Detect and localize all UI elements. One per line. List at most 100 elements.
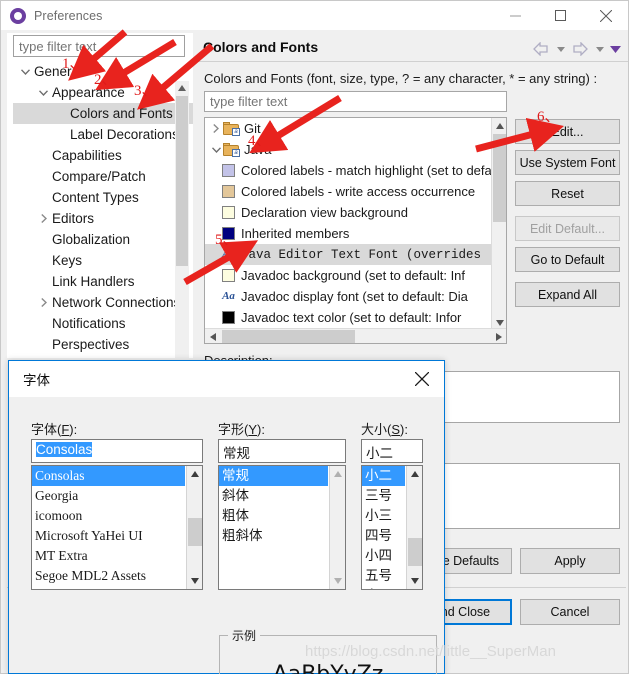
font-style-list[interactable]: 常规 斜体 粗体 粗斜体	[218, 465, 346, 590]
cf-tree-row[interactable]: Javadoc background (set to default: Inf	[205, 265, 493, 286]
cf-tree-row[interactable]: Declaration view background	[205, 202, 493, 223]
maximize-icon[interactable]	[538, 1, 583, 30]
cf-tree-row[interactable]: Colored labels - match highlight (set to…	[205, 160, 506, 181]
sidebar-item-label: Content Types	[52, 190, 139, 205]
size-list-scrollbar[interactable]	[406, 466, 422, 589]
left-tree-scrollbar[interactable]	[175, 81, 189, 359]
view-menu-icon[interactable]	[609, 39, 622, 59]
chevron-down-icon[interactable]	[37, 86, 50, 99]
sidebar-item-capabilities[interactable]: Capabilities	[13, 145, 193, 166]
list-item[interactable]: 五号	[362, 566, 405, 586]
cf-tree-row[interactable]: Javadoc text color (set to default: Info…	[205, 307, 493, 328]
preferences-tree[interactable]: General Appearance Colors and Fonts Label D…	[13, 61, 193, 357]
list-item[interactable]: Consolas	[32, 466, 185, 486]
sidebar-item-colors-and-fonts[interactable]: Colors and Fonts	[13, 103, 193, 124]
cf-tree-row[interactable]: Aa Javadoc display font (set to default: …	[205, 286, 493, 307]
list-item[interactable]: 三号	[362, 486, 405, 506]
scroll-right-icon[interactable]	[491, 329, 506, 343]
colors-fonts-tree[interactable]: a Git a Java Colored labels - match highligh…	[204, 117, 507, 344]
sidebar-item-label-decorations[interactable]: Label Decorations	[13, 124, 193, 145]
scrollbar-thumb[interactable]	[222, 330, 355, 343]
sidebar-item-keys[interactable]: Keys	[13, 250, 193, 271]
list-item[interactable]: 粗体	[219, 506, 328, 526]
scroll-down-icon[interactable]	[407, 573, 422, 589]
scrollbar-thumb[interactable]	[408, 538, 422, 566]
back-arrow-icon[interactable]	[531, 39, 551, 59]
scroll-up-icon[interactable]	[175, 81, 189, 95]
font-size-input[interactable]: 小二	[361, 439, 423, 463]
sidebar-item-link-handlers[interactable]: Link Handlers	[13, 271, 193, 292]
list-item[interactable]: 常规	[219, 466, 328, 486]
list-item[interactable]: Microsoft YaHei UI	[32, 526, 185, 546]
cf-tree-row-label: Inherited members	[241, 226, 350, 241]
colors-fonts-vertical-scrollbar[interactable]	[491, 118, 506, 330]
scrollbar-thumb[interactable]	[188, 518, 202, 546]
list-item[interactable]: 粗斜体	[219, 526, 328, 546]
sidebar-item-compare-patch[interactable]: Compare/Patch	[13, 166, 193, 187]
forward-chevron-down-icon[interactable]	[593, 39, 606, 59]
expand-all-button[interactable]: Expand All	[515, 282, 620, 307]
cf-tree-row[interactable]: Inherited members	[205, 223, 493, 244]
list-item[interactable]: icomoon	[32, 506, 185, 526]
sidebar-item-globalization[interactable]: Globalization	[13, 229, 193, 250]
chevron-right-icon[interactable]	[209, 124, 223, 133]
edit-button[interactable]: Edit...	[515, 119, 620, 144]
style-list-scrollbar[interactable]	[329, 466, 345, 589]
minimize-icon[interactable]	[493, 1, 538, 30]
scroll-up-icon[interactable]	[187, 466, 202, 482]
scroll-up-icon[interactable]	[330, 466, 345, 482]
chevron-down-icon[interactable]	[209, 146, 223, 153]
sidebar-item-perspectives[interactable]: Perspectives	[13, 334, 193, 355]
close-icon[interactable]	[583, 1, 628, 30]
colors-fonts-horizontal-scrollbar[interactable]	[205, 328, 506, 343]
cf-tree-row-label: Javadoc background (set to default: Inf	[241, 268, 466, 283]
cancel-button[interactable]: Cancel	[520, 599, 620, 625]
forward-arrow-icon[interactable]	[570, 39, 590, 59]
cf-tree-row[interactable]: Colored labels - write access occurrence	[205, 181, 493, 202]
left-filter-input[interactable]	[13, 35, 185, 57]
sidebar-item-content-types[interactable]: Content Types	[13, 187, 193, 208]
use-system-font-button[interactable]: Use System Font	[515, 150, 620, 175]
font-list[interactable]: Consolas Georgia icomoon Microsoft YaHei UI…	[31, 465, 203, 590]
scroll-down-icon[interactable]	[187, 573, 202, 589]
list-item[interactable]: MT Extra	[32, 546, 185, 566]
list-item[interactable]: 四号	[362, 526, 405, 546]
reset-button[interactable]: Reset	[515, 181, 620, 206]
list-item[interactable]: 小四	[362, 546, 405, 566]
list-item[interactable]: Georgia	[32, 486, 185, 506]
sidebar-item-network-connections[interactable]: Network Connections	[13, 292, 193, 313]
color-swatch-icon	[222, 185, 235, 198]
list-item[interactable]: 小二	[362, 466, 405, 486]
screenshot-root: Preferences GeneralAppearanceColors and …	[0, 0, 629, 674]
cf-tree-row[interactable]: Aa Java Editor Text Font (overrides	[205, 244, 493, 265]
apply-button[interactable]: Apply	[520, 548, 620, 574]
font-style-input[interactable]: 常规	[218, 439, 346, 463]
list-item[interactable]: 斜体	[219, 486, 328, 506]
scrollbar-thumb[interactable]	[176, 96, 188, 266]
list-item[interactable]: 小五	[362, 586, 405, 589]
scroll-down-icon[interactable]	[330, 573, 345, 589]
sidebar-item-project-natures[interactable]: Project Natures	[13, 355, 193, 357]
scroll-left-icon[interactable]	[205, 329, 220, 343]
go-to-default-button[interactable]: Go to Default	[515, 247, 620, 272]
colors-fonts-filter-input[interactable]	[204, 91, 507, 112]
font-name-input[interactable]: Consolas	[31, 439, 203, 463]
sidebar-item-label: Network Connections	[52, 295, 181, 310]
back-chevron-down-icon[interactable]	[554, 39, 567, 59]
font-list-scrollbar[interactable]	[186, 466, 202, 589]
annotation-number-4: 4、	[248, 133, 271, 149]
sidebar-item-editors[interactable]: Editors	[13, 208, 193, 229]
page-navigation	[531, 39, 622, 59]
chevron-right-icon[interactable]	[37, 296, 50, 309]
scrollbar-thumb[interactable]	[493, 134, 506, 222]
list-item[interactable]: 小三	[362, 506, 405, 526]
close-icon[interactable]	[400, 361, 444, 397]
chevron-down-icon[interactable]	[19, 65, 32, 78]
font-size-list[interactable]: 小二三号小三四号小四五号小五	[361, 465, 423, 590]
sidebar-item-notifications[interactable]: Notifications	[13, 313, 193, 334]
chevron-right-icon[interactable]	[37, 212, 50, 225]
scroll-up-icon[interactable]	[407, 466, 422, 482]
list-item[interactable]: Segoe UI Emoji	[32, 586, 185, 589]
scroll-up-icon[interactable]	[492, 118, 506, 133]
list-item[interactable]: Segoe MDL2 Assets	[32, 566, 185, 586]
